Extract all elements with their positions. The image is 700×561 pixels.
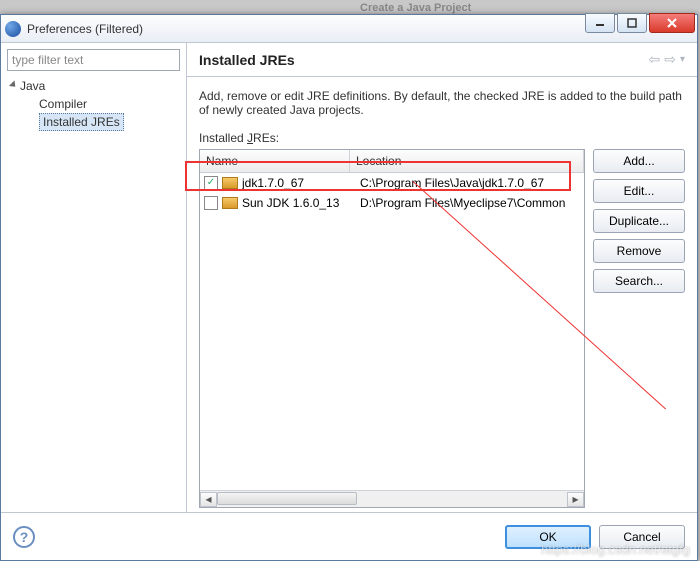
scroll-track[interactable] <box>217 492 567 507</box>
scroll-left-icon[interactable]: ◂ <box>200 492 217 507</box>
twisty-icon <box>9 80 18 89</box>
page-heading: Installed JREs <box>199 52 649 68</box>
main-panel: Installed JREs ⇦ ⇨ ▾ Add, remove or edit… <box>187 43 697 512</box>
row-location: C:\Program Files\Java\jdk1.7.0_67 <box>360 176 580 190</box>
edit-button[interactable]: Edit... <box>593 179 685 203</box>
dropdown-icon[interactable]: ▾ <box>680 54 685 65</box>
divider <box>187 76 697 77</box>
tree-label: Compiler <box>39 97 87 111</box>
jre-icon <box>222 197 238 209</box>
scroll-right-icon[interactable]: ▸ <box>567 492 584 507</box>
nav-arrows: ⇦ ⇨ ▾ <box>649 51 686 68</box>
table-body: jdk1.7.0_67 C:\Program Files\Java\jdk1.7… <box>200 173 584 490</box>
back-icon[interactable]: ⇦ <box>649 51 661 68</box>
table-row[interactable]: Sun JDK 1.6.0_13 D:\Program Files\Myecli… <box>200 193 584 213</box>
maximize-button[interactable] <box>617 13 647 33</box>
list-label: Installed JREs: <box>199 131 685 145</box>
remove-button[interactable]: Remove <box>593 239 685 263</box>
ok-button[interactable]: OK <box>505 525 591 549</box>
col-location[interactable]: Location <box>350 150 584 172</box>
checkbox[interactable] <box>204 176 218 190</box>
row-name: Sun JDK 1.6.0_13 <box>242 196 360 210</box>
minimize-button[interactable] <box>585 13 615 33</box>
tree-node-java[interactable]: Java <box>7 77 180 95</box>
add-button[interactable]: Add... <box>593 149 685 173</box>
h-scrollbar[interactable]: ◂ ▸ <box>200 490 584 507</box>
tree-label: Installed JREs <box>39 113 124 131</box>
app-icon <box>5 21 21 37</box>
close-button[interactable] <box>649 13 695 33</box>
side-buttons: Add... Edit... Duplicate... Remove Searc… <box>593 149 685 508</box>
row-location: D:\Program Files\Myeclipse7\Common <box>360 196 580 210</box>
tree-node-installed-jres[interactable]: Installed JREs <box>7 113 180 131</box>
checkbox[interactable] <box>204 196 218 210</box>
fwd-icon[interactable]: ⇨ <box>664 51 676 68</box>
tree: Java Compiler Installed JREs <box>7 77 180 131</box>
table-header: Name Location <box>200 150 584 173</box>
duplicate-button[interactable]: Duplicate... <box>593 209 685 233</box>
row-name: jdk1.7.0_67 <box>242 176 360 190</box>
filter-input[interactable] <box>7 49 180 71</box>
background-title: Create a Java Project <box>360 2 471 14</box>
tree-label: Java <box>20 79 45 93</box>
scroll-thumb[interactable] <box>217 492 357 505</box>
cancel-button[interactable]: Cancel <box>599 525 685 549</box>
titlebar[interactable]: Preferences (Filtered) <box>1 15 697 43</box>
col-name[interactable]: Name <box>200 150 350 172</box>
jre-table: Name Location jdk1.7.0_67 C:\Program Fil… <box>199 149 585 508</box>
help-icon[interactable]: ? <box>13 526 35 548</box>
tree-node-compiler[interactable]: Compiler <box>7 95 180 113</box>
table-row[interactable]: jdk1.7.0_67 C:\Program Files\Java\jdk1.7… <box>200 173 584 193</box>
description: Add, remove or edit JRE definitions. By … <box>199 89 685 117</box>
sidebar: Java Compiler Installed JREs <box>1 43 187 512</box>
search-button[interactable]: Search... <box>593 269 685 293</box>
preferences-window: Preferences (Filtered) Java Compiler Ins… <box>0 14 698 561</box>
footer: ? OK Cancel <box>1 512 697 560</box>
jre-icon <box>222 177 238 189</box>
